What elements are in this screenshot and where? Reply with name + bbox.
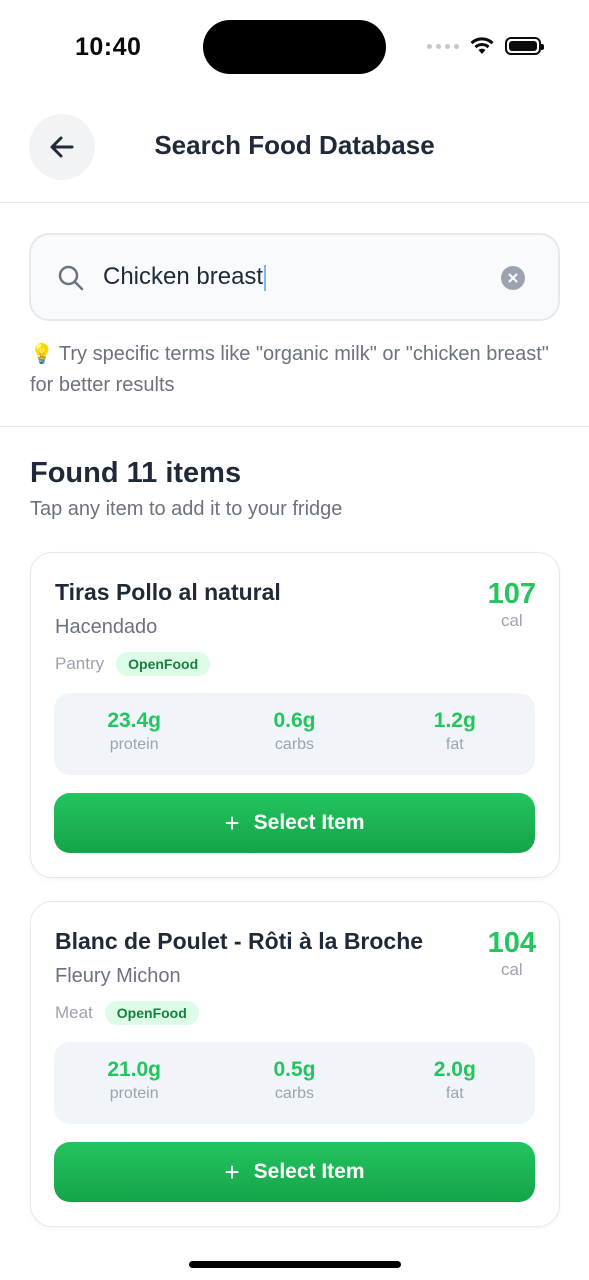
fat-value: 1.2g — [433, 709, 476, 732]
wifi-icon — [470, 37, 494, 54]
macro-protein: 23.4g protein — [54, 693, 214, 775]
battery-icon — [505, 37, 544, 55]
carbs-label: carbs — [274, 736, 315, 753]
search-tip: 💡 Try specific terms like "organic milk"… — [30, 339, 550, 400]
macro-carbs: 0.6g carbs — [214, 693, 374, 775]
fat-label: fat — [445, 736, 464, 753]
results-title: Found 11 items — [30, 457, 242, 489]
search-value: Chicken breast — [103, 263, 267, 291]
macro-protein: 21.0g protein — [54, 1042, 214, 1124]
search-input[interactable]: Chicken breast — [29, 233, 560, 321]
plus-icon: + — [224, 808, 240, 838]
food-name: Blanc de Poulet - Rôti à la Broche — [55, 928, 424, 954]
food-brand: Fleury Michon — [55, 965, 181, 987]
food-meta: Meat OpenFood — [55, 1001, 199, 1025]
search-tip-text: Try specific terms like "organic milk" o… — [30, 343, 549, 396]
food-meta: Pantry OpenFood — [55, 652, 211, 676]
status-icons — [427, 36, 544, 56]
close-icon — [508, 273, 518, 283]
page-title: Search Food Database — [154, 130, 435, 160]
fat-value: 2.0g — [433, 1058, 476, 1081]
food-card[interactable]: Blanc de Poulet - Rôti à la Broche Fleur… — [30, 901, 560, 1227]
calories: 104 cal — [488, 926, 536, 980]
home-indicator[interactable] — [189, 1261, 401, 1268]
calories-unit: cal — [500, 611, 523, 630]
status-bar: 10:40 — [0, 0, 589, 90]
calories-value: 107 — [487, 578, 536, 610]
carbs-label: carbs — [274, 1085, 315, 1102]
clear-search-button[interactable] — [501, 266, 525, 290]
bottom-bar — [0, 1230, 589, 1280]
protein-value: 21.0g — [107, 1058, 162, 1081]
protein-label: protein — [109, 1085, 159, 1102]
macro-fat: 1.2g fat — [375, 693, 535, 775]
lightbulb-icon: 💡 — [30, 344, 54, 365]
food-name: Tiras Pollo al natural — [55, 579, 281, 605]
fat-label: fat — [445, 1085, 464, 1102]
select-item-label: Select Item — [253, 1160, 365, 1183]
food-category: Pantry — [55, 654, 105, 673]
source-badge: OpenFood — [104, 1001, 199, 1025]
carbs-value: 0.6g — [273, 709, 316, 732]
food-brand: Hacendado — [55, 616, 158, 638]
plus-icon: + — [224, 1157, 240, 1187]
select-item-label: Select Item — [253, 811, 365, 834]
macros-panel: 23.4g protein 0.6g carbs 1.2g fat — [54, 693, 535, 775]
protein-value: 23.4g — [107, 709, 162, 732]
macro-carbs: 0.5g carbs — [214, 1042, 374, 1124]
carbs-value: 0.5g — [273, 1058, 316, 1081]
macros-panel: 21.0g protein 0.5g carbs 2.0g fat — [54, 1042, 535, 1124]
food-card[interactable]: Tiras Pollo al natural Hacendado 107 cal… — [30, 552, 560, 878]
header: Search Food Database — [0, 90, 589, 203]
select-item-button[interactable]: + Select Item — [54, 793, 535, 853]
signal-icon — [427, 43, 459, 49]
results-subtitle: Tap any item to add it to your fridge — [30, 498, 343, 520]
food-category: Meat — [55, 1003, 93, 1022]
source-badge: OpenFood — [116, 652, 211, 676]
search-section: Chicken breast 💡 Try specific terms like… — [0, 203, 589, 427]
status-time: 10:40 — [75, 33, 142, 61]
calories: 107 cal — [488, 577, 536, 631]
dynamic-island — [203, 20, 386, 74]
calories-value: 104 — [487, 927, 536, 959]
select-item-button[interactable]: + Select Item — [54, 1142, 535, 1202]
search-icon — [58, 265, 84, 291]
macro-fat: 2.0g fat — [375, 1042, 535, 1124]
protein-label: protein — [109, 736, 159, 753]
calories-unit: cal — [500, 960, 523, 979]
